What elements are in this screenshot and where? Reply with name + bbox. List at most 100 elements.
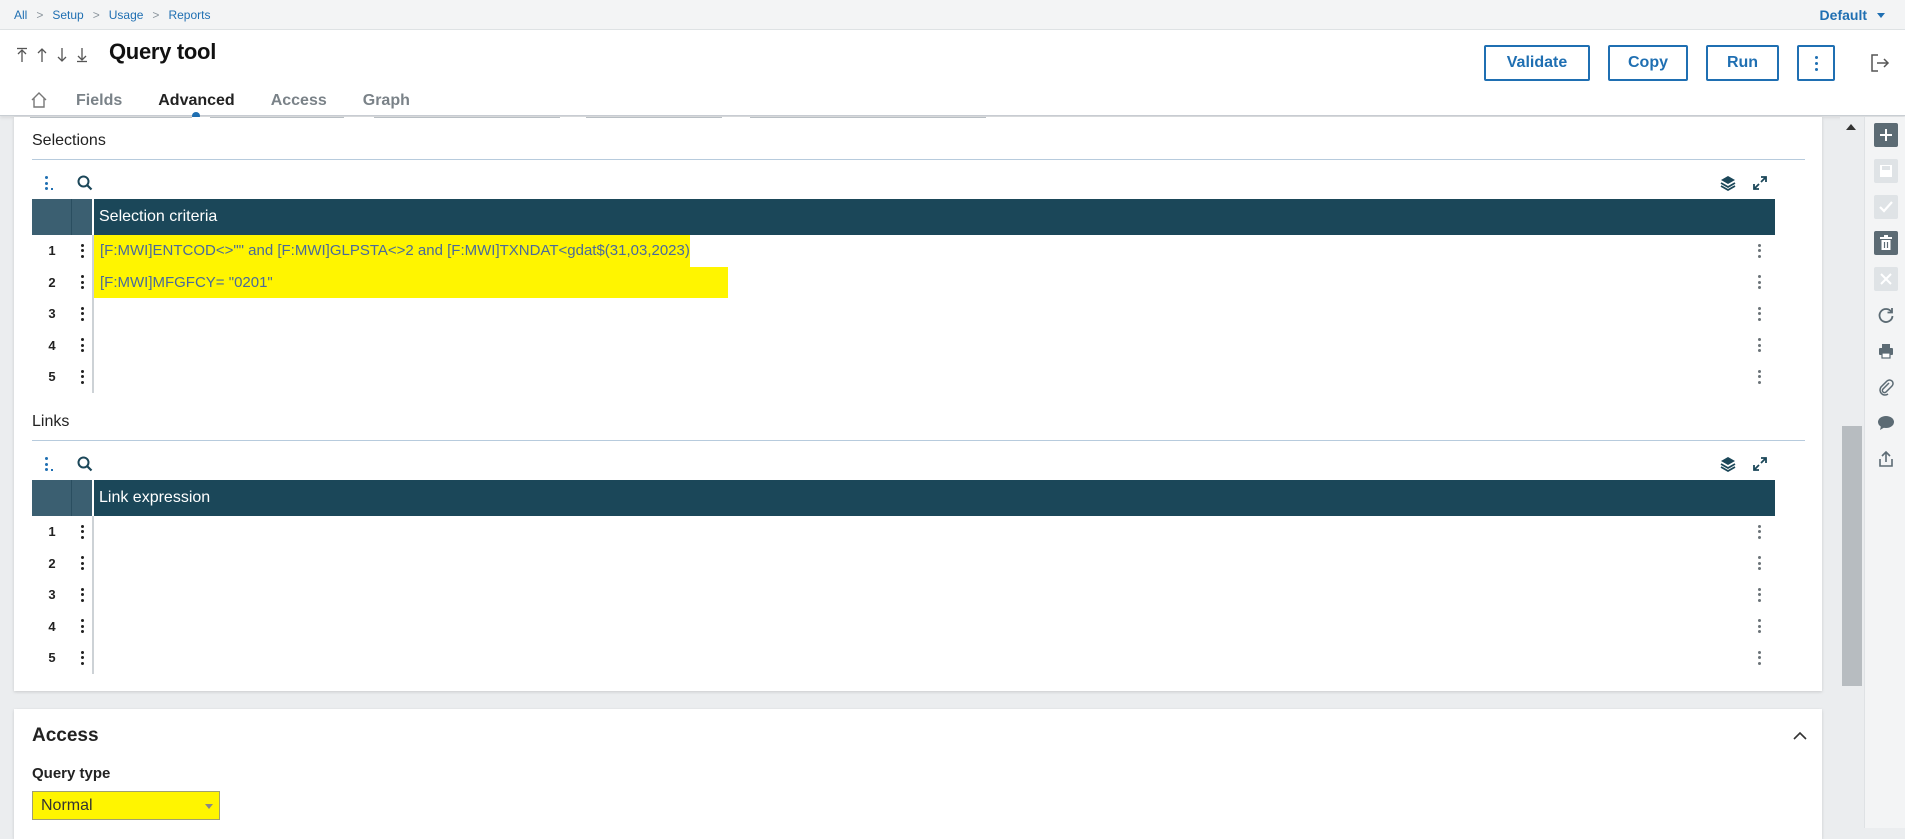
tab-advanced[interactable]: Advanced — [158, 92, 235, 120]
paperclip-icon[interactable] — [1874, 375, 1898, 399]
row-menu-icon[interactable] — [72, 361, 94, 393]
folder-selector[interactable]: Default — [1820, 7, 1885, 23]
row-menu-icon[interactable] — [72, 547, 94, 579]
selection-criteria-value: [F:MWI]MFGFCY= "0201" — [94, 266, 728, 298]
row-menu-icon[interactable] — [72, 516, 94, 548]
links-divider — [32, 440, 1805, 441]
table-row[interactable]: 2 — [32, 547, 1775, 580]
row-menu-icon[interactable] — [72, 298, 94, 330]
validate-button[interactable]: Validate — [1484, 45, 1590, 81]
breadcrumb-usage[interactable]: Usage — [109, 8, 144, 22]
row-end-menu-icon[interactable] — [1743, 642, 1775, 674]
record-navigation — [14, 44, 90, 66]
arrow-last-icon[interactable] — [74, 44, 90, 66]
row-menu-icon[interactable] — [72, 235, 94, 267]
row-number-column-header — [32, 199, 72, 235]
search-icon[interactable] — [76, 174, 94, 192]
link-expression-cell[interactable] — [94, 548, 1743, 580]
table-row[interactable]: 4 — [32, 329, 1775, 362]
comment-icon[interactable] — [1874, 411, 1898, 435]
layers-icon[interactable] — [1719, 174, 1737, 192]
breadcrumb-reports[interactable]: Reports — [168, 8, 210, 22]
arrow-up-icon[interactable] — [34, 44, 50, 66]
selections-toolbar-right — [1719, 174, 1769, 192]
home-icon[interactable] — [30, 91, 50, 111]
scroll-up-icon[interactable] — [1846, 124, 1856, 130]
row-end-menu-icon[interactable] — [1743, 235, 1775, 267]
row-end-menu-icon[interactable] — [1743, 361, 1775, 393]
expand-icon[interactable] — [1751, 455, 1769, 473]
run-button[interactable]: Run — [1706, 45, 1779, 81]
row-end-menu-icon[interactable] — [1743, 548, 1775, 580]
arrow-down-icon[interactable] — [54, 44, 70, 66]
selection-criteria-column-header[interactable]: Selection criteria — [94, 199, 1775, 235]
row-menu-icon[interactable] — [72, 329, 94, 361]
table-row[interactable]: 1 [F:MWI]ENTCOD<>"" and [F:MWI]GLPSTA<>2… — [32, 235, 1775, 267]
row-menu-icon[interactable] — [72, 642, 94, 674]
breadcrumb-setup[interactable]: Setup — [52, 8, 83, 22]
selection-criteria-cell[interactable] — [94, 298, 1743, 330]
tab-graph[interactable]: Graph — [363, 92, 410, 110]
selection-criteria-cell[interactable] — [94, 330, 1743, 362]
tab-fields[interactable]: Fields — [76, 92, 122, 110]
arrow-first-icon[interactable] — [14, 44, 30, 66]
row-number: 4 — [48, 337, 56, 353]
row-end-menu-icon[interactable] — [1743, 267, 1775, 299]
close-icon[interactable] — [1874, 267, 1898, 291]
advanced-panel: Selections Selection criteria 1 [F:MWI]E… — [14, 117, 1822, 691]
link-expression-cell[interactable] — [94, 642, 1743, 674]
more-actions-button[interactable] — [1797, 45, 1835, 81]
row-menu-icon[interactable] — [72, 266, 94, 298]
scrollbar-thumb[interactable] — [1842, 426, 1862, 686]
links-grid: Link expression 1 2 3 4 5 — [32, 480, 1775, 674]
link-expression-cell[interactable] — [94, 516, 1743, 548]
link-expression-cell[interactable] — [94, 611, 1743, 643]
check-icon[interactable] — [1874, 195, 1898, 219]
breadcrumb-bar: All > Setup > Usage > Reports Default — [0, 0, 1905, 30]
row-end-menu-icon[interactable] — [1743, 516, 1775, 548]
selection-criteria-cell[interactable]: [F:MWI]MFGFCY= "0201" — [94, 266, 1743, 298]
print-icon[interactable] — [1874, 339, 1898, 363]
table-row[interactable]: 1 — [32, 516, 1775, 548]
table-row[interactable]: 5 — [32, 361, 1775, 393]
table-row[interactable]: 4 — [32, 610, 1775, 643]
tab-access[interactable]: Access — [271, 92, 327, 110]
share-icon[interactable] — [1874, 447, 1898, 471]
row-menu-icon[interactable] — [72, 579, 94, 611]
search-icon[interactable] — [76, 455, 94, 473]
table-row[interactable]: 2 [F:MWI]MFGFCY= "0201" — [32, 266, 1775, 299]
selection-criteria-cell[interactable] — [94, 361, 1743, 393]
grid-menu-icon[interactable] — [40, 174, 58, 192]
row-end-menu-icon[interactable] — [1743, 611, 1775, 643]
save-icon[interactable] — [1874, 159, 1898, 183]
plus-icon[interactable] — [1874, 123, 1898, 147]
row-end-menu-icon[interactable] — [1743, 330, 1775, 362]
layers-icon[interactable] — [1719, 455, 1737, 473]
more-vertical-icon — [1814, 55, 1818, 71]
selection-criteria-cell[interactable]: [F:MWI]ENTCOD<>"" and [F:MWI]GLPSTA<>2 a… — [94, 235, 1743, 267]
chevron-up-icon[interactable] — [1792, 729, 1808, 741]
row-number: 2 — [48, 274, 56, 290]
expand-icon[interactable] — [1751, 174, 1769, 192]
access-title: Access — [32, 725, 99, 746]
copy-button[interactable]: Copy — [1608, 45, 1688, 81]
grid-menu-icon[interactable] — [40, 455, 58, 473]
selections-grid: Selection criteria 1 [F:MWI]ENTCOD<>"" a… — [32, 199, 1775, 393]
refresh-icon[interactable] — [1874, 303, 1898, 327]
access-panel: Access Query type Normal — [14, 709, 1822, 839]
table-row[interactable]: 5 — [32, 642, 1775, 674]
table-row[interactable]: 3 — [32, 298, 1775, 330]
tab-access-label: Access — [270, 92, 327, 109]
exit-icon[interactable] — [1869, 52, 1891, 74]
row-end-menu-icon[interactable] — [1743, 298, 1775, 330]
trash-icon[interactable] — [1874, 231, 1898, 255]
table-row[interactable]: 3 — [32, 579, 1775, 611]
row-end-menu-icon[interactable] — [1743, 579, 1775, 611]
link-expression-cell[interactable] — [94, 579, 1743, 611]
links-toolbar — [40, 455, 94, 473]
breadcrumb-all[interactable]: All — [14, 8, 27, 22]
query-type-select[interactable]: Normal — [32, 791, 220, 820]
row-menu-icon[interactable] — [72, 610, 94, 642]
links-grid-header: Link expression — [32, 480, 1775, 516]
link-expression-column-header[interactable]: Link expression — [94, 480, 1775, 516]
